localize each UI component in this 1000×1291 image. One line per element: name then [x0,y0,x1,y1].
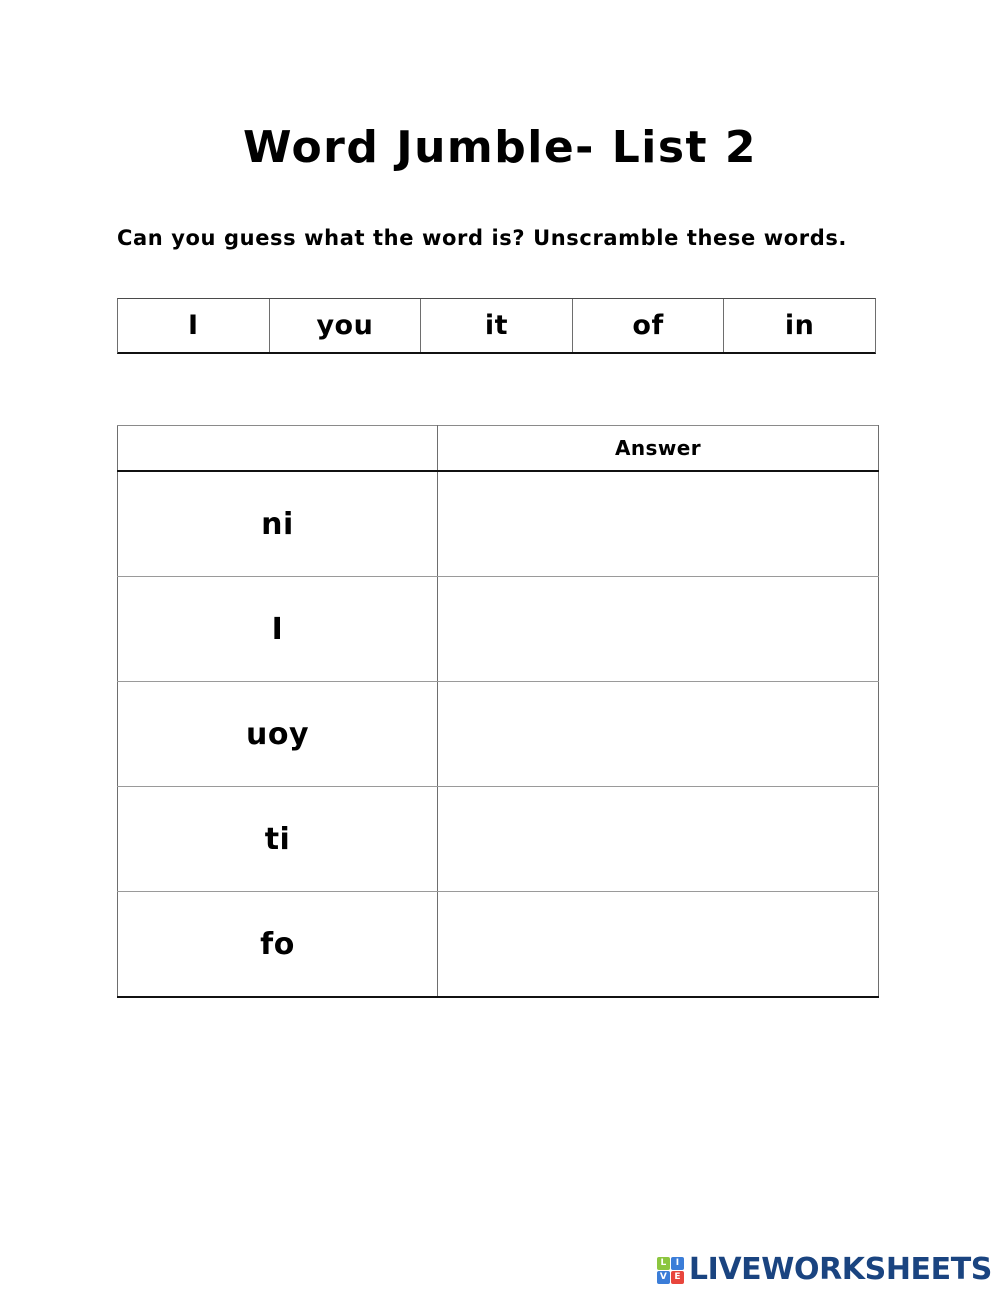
logo-tile-v: V [656,1270,670,1284]
word-bank-cell: of [573,299,725,352]
liveworksheets-wordmark: LIVEWORKSHEETS [688,1252,993,1287]
word-bank-cell: you [270,299,422,352]
word-bank-cell: it [421,299,573,352]
table-row: I [117,576,879,682]
scrambled-word-cell: fo [117,891,438,998]
liveworksheets-footer[interactable]: L I V E LIVEWORKSHEETS [656,1252,993,1287]
word-bank-cell: in [784,310,815,341]
answer-input-cell[interactable] [437,576,879,682]
logo-tile-i: I [670,1256,684,1270]
scrambled-word: fo [260,926,295,962]
scrambled-word-cell: uoy [117,681,438,787]
word-bank-cell: I [118,299,270,352]
logo-tile-l: L [656,1256,670,1270]
scrambled-word-cell: ti [117,786,438,892]
logo-tile-e: E [670,1270,684,1284]
jumble-table: Answer ni I uoy ti fo [117,425,879,998]
liveworksheets-logo-icon: L I V E [656,1256,684,1284]
table-row: ni [117,470,879,577]
scrambled-word: I [271,611,284,647]
page-title: Word Jumble- List 2 [242,122,758,173]
answer-input-cell[interactable] [437,470,879,577]
table-header-row: Answer [117,425,879,472]
worksheet-page: Word Jumble- List 2 Can you guess what t… [0,0,1000,1291]
column-header-scrambled [117,425,438,472]
answer-input-cell[interactable] [437,786,879,892]
scrambled-word: ni [261,506,294,542]
column-header-answer: Answer [437,425,879,472]
answer-input-cell[interactable] [437,891,879,998]
table-row: ti [117,786,879,892]
answer-input-cell[interactable] [437,681,879,787]
scrambled-word: uoy [245,716,310,752]
scrambled-word-cell: I [117,576,438,682]
table-row: fo [117,891,879,998]
instructions-text: Can you guess what the word is? Unscramb… [117,226,848,250]
table-row: uoy [117,681,879,787]
scrambled-word: ti [264,821,291,857]
word-bank: I you it of in [117,298,876,354]
scrambled-word-cell: ni [117,470,438,577]
